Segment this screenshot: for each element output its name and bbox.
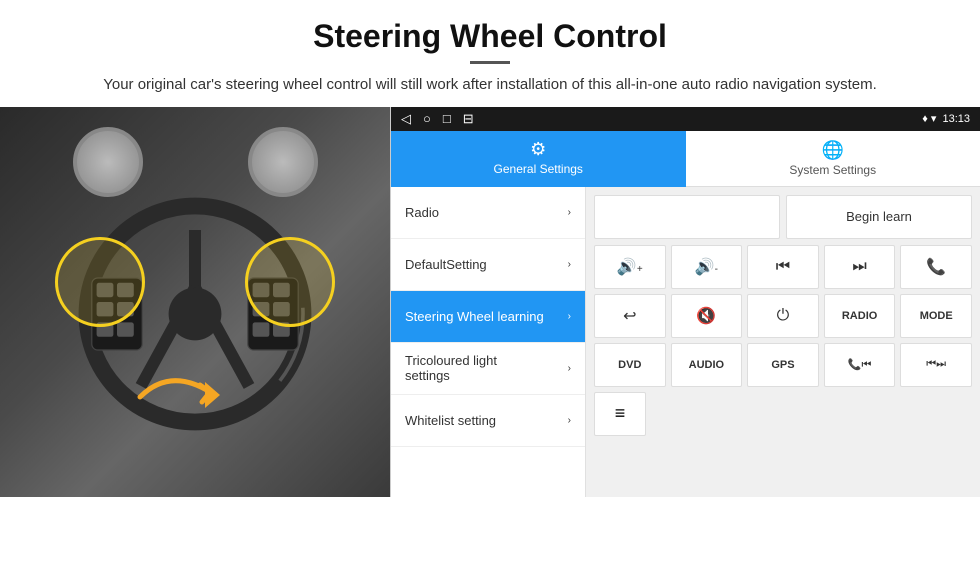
phone-prev-icon: 📞⏮: [848, 358, 872, 372]
car-image-area: [0, 107, 390, 497]
title-divider: [470, 61, 510, 64]
phone-prev-button[interactable]: 📞⏮: [824, 343, 896, 387]
menu-item-radio-label: Radio: [405, 205, 439, 220]
system-settings-icon: 🌐: [822, 140, 844, 161]
menu-item-default[interactable]: DefaultSetting ›: [391, 239, 585, 291]
prev-next-icon: ⏮⏭: [926, 358, 946, 371]
general-settings-icon: ⚙: [530, 139, 546, 160]
power-icon: ⏻: [777, 307, 790, 325]
gps-button[interactable]: GPS: [747, 343, 819, 387]
prev-track-button[interactable]: ⏮: [747, 245, 819, 289]
begin-learn-row: Begin learn: [594, 195, 972, 239]
tab-system-label: System Settings: [789, 163, 876, 177]
tab-system[interactable]: 🌐 System Settings: [686, 131, 980, 187]
page-header: Steering Wheel Control Your original car…: [0, 0, 980, 107]
android-ui: ◁ ○ □ ⊟ ♦ ▾ 13:13 ⚙ General Settings 🌐: [390, 107, 980, 497]
nav-back-icon[interactable]: ◁: [401, 111, 411, 127]
highlight-circle-left: [55, 237, 145, 327]
page-title: Steering Wheel Control: [60, 18, 920, 55]
clock: 13:13: [942, 113, 970, 125]
highlight-circle-right: [245, 237, 335, 327]
menu-item-radio[interactable]: Radio ›: [391, 187, 585, 239]
control-row-2: ↩ 🔇 ⏻ RADIO MODE: [594, 294, 972, 338]
power-button[interactable]: ⏻: [747, 294, 819, 338]
menu-item-tricolour-label: Tricoloured lightsettings: [405, 353, 497, 383]
tab-bar: ⚙ General Settings 🌐 System Settings: [391, 131, 980, 187]
hang-up-icon: ↩: [623, 306, 636, 326]
begin-learn-button[interactable]: Begin learn: [786, 195, 972, 239]
mode-label: MODE: [920, 310, 953, 322]
chevron-icon: ›: [568, 415, 571, 426]
arrow-overlay: [130, 357, 250, 437]
controls-panel: Begin learn 🔊+ 🔊- ⏮: [586, 187, 980, 497]
menu-item-default-label: DefaultSetting: [405, 257, 487, 272]
signal-icon: ♦ ▾: [922, 112, 936, 125]
volume-down-button[interactable]: 🔊-: [671, 245, 743, 289]
gps-label: GPS: [771, 359, 794, 371]
tab-general-label: General Settings: [494, 162, 583, 176]
main-area: Radio › DefaultSetting › Steering Wheel …: [391, 187, 980, 497]
mute-icon: 🔇: [696, 306, 716, 326]
radio-label: RADIO: [842, 310, 877, 322]
gauge-left: [73, 127, 143, 197]
nav-recents-icon[interactable]: □: [443, 111, 451, 126]
dvd-button[interactable]: DVD: [594, 343, 666, 387]
gauge-right: [248, 127, 318, 197]
list-icon: ≡: [615, 403, 626, 424]
volume-up-icon: 🔊+: [617, 257, 643, 277]
status-bar: ◁ ○ □ ⊟ ♦ ▾ 13:13: [391, 107, 980, 131]
dvd-label: DVD: [618, 359, 641, 371]
phone-button[interactable]: 📞: [900, 245, 972, 289]
menu-item-whitelist-label: Whitelist setting: [405, 413, 496, 428]
single-icon-row: ≡: [594, 392, 972, 436]
audio-label: AUDIO: [689, 359, 724, 371]
radio-button[interactable]: RADIO: [824, 294, 896, 338]
page-subtitle: Your original car's steering wheel contr…: [60, 74, 920, 97]
mode-button[interactable]: MODE: [900, 294, 972, 338]
chevron-icon: ›: [568, 259, 571, 270]
phone-icon: 📞: [926, 257, 946, 277]
menu-list: Radio › DefaultSetting › Steering Wheel …: [391, 187, 586, 497]
menu-item-whitelist[interactable]: Whitelist setting ›: [391, 395, 585, 447]
menu-item-steering[interactable]: Steering Wheel learning ›: [391, 291, 585, 343]
hang-up-button[interactable]: ↩: [594, 294, 666, 338]
mute-button[interactable]: 🔇: [671, 294, 743, 338]
dash-gauges: [0, 127, 390, 197]
status-bar-info: ♦ ▾ 13:13: [922, 112, 970, 125]
chevron-icon: ›: [568, 363, 571, 374]
audio-button[interactable]: AUDIO: [671, 343, 743, 387]
tab-general[interactable]: ⚙ General Settings: [391, 131, 686, 187]
menu-item-steering-label: Steering Wheel learning: [405, 309, 544, 324]
page-wrapper: Steering Wheel Control Your original car…: [0, 0, 980, 497]
nav-screenshot-icon[interactable]: ⊟: [463, 111, 474, 127]
prev-next-button[interactable]: ⏮⏭: [900, 343, 972, 387]
volume-down-icon: 🔊-: [695, 257, 718, 277]
volume-up-button[interactable]: 🔊+: [594, 245, 666, 289]
list-icon-button[interactable]: ≡: [594, 392, 646, 436]
menu-item-tricolour[interactable]: Tricoloured lightsettings ›: [391, 343, 585, 395]
status-bar-nav: ◁ ○ □ ⊟: [401, 111, 474, 127]
prev-track-icon: ⏮: [776, 258, 790, 276]
control-row-3: DVD AUDIO GPS 📞⏮ ⏮⏭: [594, 343, 972, 387]
chevron-icon: ›: [568, 311, 571, 322]
content-area: ◁ ○ □ ⊟ ♦ ▾ 13:13 ⚙ General Settings 🌐: [0, 107, 980, 497]
next-track-button[interactable]: ⏭: [824, 245, 896, 289]
chevron-icon: ›: [568, 207, 571, 218]
nav-home-icon[interactable]: ○: [423, 111, 431, 126]
empty-input-box: [594, 195, 780, 239]
control-row-1: 🔊+ 🔊- ⏮ ⏭ 📞: [594, 245, 972, 289]
next-track-icon: ⏭: [852, 258, 866, 276]
